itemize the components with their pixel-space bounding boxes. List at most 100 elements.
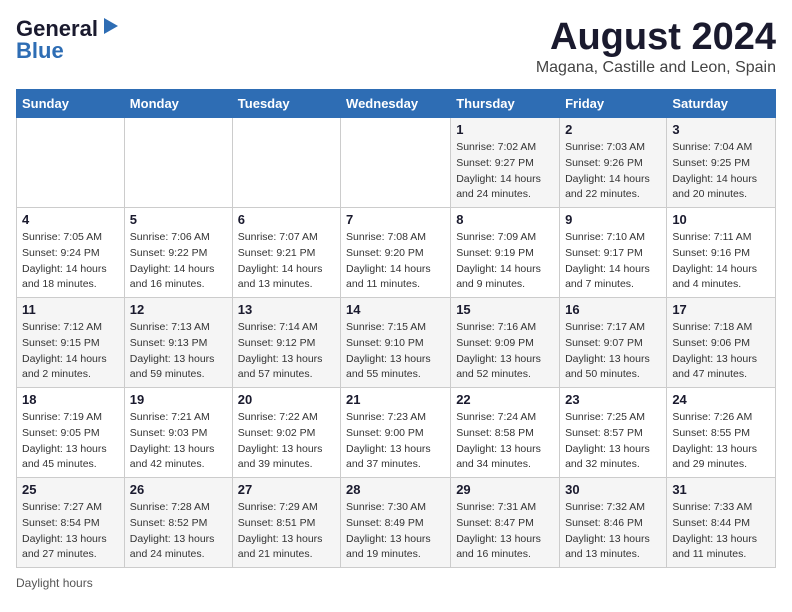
title-area: August 2024 Magana, Castille and Leon, S… xyxy=(536,16,776,77)
table-cell: 8 Sunrise: 7:09 AMSunset: 9:19 PMDayligh… xyxy=(451,208,560,298)
table-cell: 31 Sunrise: 7:33 AMSunset: 8:44 PMDaylig… xyxy=(667,478,776,568)
table-cell: 19 Sunrise: 7:21 AMSunset: 9:03 PMDaylig… xyxy=(124,388,232,478)
day-number: 13 xyxy=(238,302,335,317)
day-number: 14 xyxy=(346,302,445,317)
day-info: Sunrise: 7:16 AMSunset: 9:09 PMDaylight:… xyxy=(456,321,541,380)
day-info: Sunrise: 7:22 AMSunset: 9:02 PMDaylight:… xyxy=(238,411,323,470)
day-info: Sunrise: 7:03 AMSunset: 9:26 PMDaylight:… xyxy=(565,141,650,200)
table-cell xyxy=(341,118,451,208)
table-cell: 7 Sunrise: 7:08 AMSunset: 9:20 PMDayligh… xyxy=(341,208,451,298)
day-number: 7 xyxy=(346,212,445,227)
logo-blue: Blue xyxy=(16,38,64,64)
table-cell: 3 Sunrise: 7:04 AMSunset: 9:25 PMDayligh… xyxy=(667,118,776,208)
table-cell: 29 Sunrise: 7:31 AMSunset: 8:47 PMDaylig… xyxy=(451,478,560,568)
day-number: 2 xyxy=(565,122,661,137)
day-number: 17 xyxy=(672,302,770,317)
day-info: Sunrise: 7:02 AMSunset: 9:27 PMDaylight:… xyxy=(456,141,541,200)
day-number: 22 xyxy=(456,392,554,407)
day-info: Sunrise: 7:08 AMSunset: 9:20 PMDaylight:… xyxy=(346,231,431,290)
table-cell: 12 Sunrise: 7:13 AMSunset: 9:13 PMDaylig… xyxy=(124,298,232,388)
day-number: 11 xyxy=(22,302,119,317)
table-cell: 16 Sunrise: 7:17 AMSunset: 9:07 PMDaylig… xyxy=(560,298,667,388)
logo-icon xyxy=(100,16,122,38)
table-cell: 26 Sunrise: 7:28 AMSunset: 8:52 PMDaylig… xyxy=(124,478,232,568)
table-cell: 2 Sunrise: 7:03 AMSunset: 9:26 PMDayligh… xyxy=(560,118,667,208)
table-cell xyxy=(124,118,232,208)
table-cell: 9 Sunrise: 7:10 AMSunset: 9:17 PMDayligh… xyxy=(560,208,667,298)
table-cell: 30 Sunrise: 7:32 AMSunset: 8:46 PMDaylig… xyxy=(560,478,667,568)
table-cell: 10 Sunrise: 7:11 AMSunset: 9:16 PMDaylig… xyxy=(667,208,776,298)
day-info: Sunrise: 7:28 AMSunset: 8:52 PMDaylight:… xyxy=(130,501,215,560)
page-subtitle: Magana, Castille and Leon, Spain xyxy=(536,59,776,77)
table-cell: 4 Sunrise: 7:05 AMSunset: 9:24 PMDayligh… xyxy=(17,208,125,298)
day-info: Sunrise: 7:27 AMSunset: 8:54 PMDaylight:… xyxy=(22,501,107,560)
day-info: Sunrise: 7:31 AMSunset: 8:47 PMDaylight:… xyxy=(456,501,541,560)
day-info: Sunrise: 7:09 AMSunset: 9:19 PMDaylight:… xyxy=(456,231,541,290)
week-row-3: 11 Sunrise: 7:12 AMSunset: 9:15 PMDaylig… xyxy=(17,298,776,388)
day-number: 18 xyxy=(22,392,119,407)
header-monday: Monday xyxy=(124,90,232,118)
day-info: Sunrise: 7:24 AMSunset: 8:58 PMDaylight:… xyxy=(456,411,541,470)
week-row-5: 25 Sunrise: 7:27 AMSunset: 8:54 PMDaylig… xyxy=(17,478,776,568)
day-number: 10 xyxy=(672,212,770,227)
day-info: Sunrise: 7:12 AMSunset: 9:15 PMDaylight:… xyxy=(22,321,107,380)
day-info: Sunrise: 7:32 AMSunset: 8:46 PMDaylight:… xyxy=(565,501,650,560)
day-number: 8 xyxy=(456,212,554,227)
day-number: 25 xyxy=(22,482,119,497)
day-number: 20 xyxy=(238,392,335,407)
table-cell: 23 Sunrise: 7:25 AMSunset: 8:57 PMDaylig… xyxy=(560,388,667,478)
table-cell xyxy=(232,118,340,208)
day-info: Sunrise: 7:17 AMSunset: 9:07 PMDaylight:… xyxy=(565,321,650,380)
table-cell: 14 Sunrise: 7:15 AMSunset: 9:10 PMDaylig… xyxy=(341,298,451,388)
day-number: 26 xyxy=(130,482,227,497)
header-sunday: Sunday xyxy=(17,90,125,118)
day-info: Sunrise: 7:15 AMSunset: 9:10 PMDaylight:… xyxy=(346,321,431,380)
day-info: Sunrise: 7:33 AMSunset: 8:44 PMDaylight:… xyxy=(672,501,757,560)
week-row-4: 18 Sunrise: 7:19 AMSunset: 9:05 PMDaylig… xyxy=(17,388,776,478)
day-number: 30 xyxy=(565,482,661,497)
day-number: 12 xyxy=(130,302,227,317)
day-number: 16 xyxy=(565,302,661,317)
header-tuesday: Tuesday xyxy=(232,90,340,118)
day-info: Sunrise: 7:05 AMSunset: 9:24 PMDaylight:… xyxy=(22,231,107,290)
table-cell: 15 Sunrise: 7:16 AMSunset: 9:09 PMDaylig… xyxy=(451,298,560,388)
day-number: 21 xyxy=(346,392,445,407)
day-number: 9 xyxy=(565,212,661,227)
day-info: Sunrise: 7:06 AMSunset: 9:22 PMDaylight:… xyxy=(130,231,215,290)
page-title: August 2024 xyxy=(536,16,776,59)
logo: General Blue xyxy=(16,16,122,64)
day-number: 27 xyxy=(238,482,335,497)
day-info: Sunrise: 7:04 AMSunset: 9:25 PMDaylight:… xyxy=(672,141,757,200)
week-row-2: 4 Sunrise: 7:05 AMSunset: 9:24 PMDayligh… xyxy=(17,208,776,298)
table-cell xyxy=(17,118,125,208)
day-number: 23 xyxy=(565,392,661,407)
day-number: 15 xyxy=(456,302,554,317)
day-info: Sunrise: 7:19 AMSunset: 9:05 PMDaylight:… xyxy=(22,411,107,470)
header: General Blue August 2024 Magana, Castill… xyxy=(16,16,776,77)
table-cell: 17 Sunrise: 7:18 AMSunset: 9:06 PMDaylig… xyxy=(667,298,776,388)
table-cell: 18 Sunrise: 7:19 AMSunset: 9:05 PMDaylig… xyxy=(17,388,125,478)
table-cell: 24 Sunrise: 7:26 AMSunset: 8:55 PMDaylig… xyxy=(667,388,776,478)
day-number: 28 xyxy=(346,482,445,497)
day-number: 29 xyxy=(456,482,554,497)
header-wednesday: Wednesday xyxy=(341,90,451,118)
day-number: 3 xyxy=(672,122,770,137)
table-cell: 1 Sunrise: 7:02 AMSunset: 9:27 PMDayligh… xyxy=(451,118,560,208)
table-cell: 25 Sunrise: 7:27 AMSunset: 8:54 PMDaylig… xyxy=(17,478,125,568)
day-info: Sunrise: 7:07 AMSunset: 9:21 PMDaylight:… xyxy=(238,231,323,290)
header-friday: Friday xyxy=(560,90,667,118)
day-number: 4 xyxy=(22,212,119,227)
day-number: 5 xyxy=(130,212,227,227)
table-cell: 21 Sunrise: 7:23 AMSunset: 9:00 PMDaylig… xyxy=(341,388,451,478)
table-cell: 22 Sunrise: 7:24 AMSunset: 8:58 PMDaylig… xyxy=(451,388,560,478)
day-info: Sunrise: 7:29 AMSunset: 8:51 PMDaylight:… xyxy=(238,501,323,560)
table-cell: 28 Sunrise: 7:30 AMSunset: 8:49 PMDaylig… xyxy=(341,478,451,568)
day-info: Sunrise: 7:11 AMSunset: 9:16 PMDaylight:… xyxy=(672,231,757,290)
day-info: Sunrise: 7:14 AMSunset: 9:12 PMDaylight:… xyxy=(238,321,323,380)
day-info: Sunrise: 7:26 AMSunset: 8:55 PMDaylight:… xyxy=(672,411,757,470)
day-info: Sunrise: 7:21 AMSunset: 9:03 PMDaylight:… xyxy=(130,411,215,470)
day-info: Sunrise: 7:13 AMSunset: 9:13 PMDaylight:… xyxy=(130,321,215,380)
day-number: 1 xyxy=(456,122,554,137)
day-info: Sunrise: 7:30 AMSunset: 8:49 PMDaylight:… xyxy=(346,501,431,560)
table-cell: 11 Sunrise: 7:12 AMSunset: 9:15 PMDaylig… xyxy=(17,298,125,388)
